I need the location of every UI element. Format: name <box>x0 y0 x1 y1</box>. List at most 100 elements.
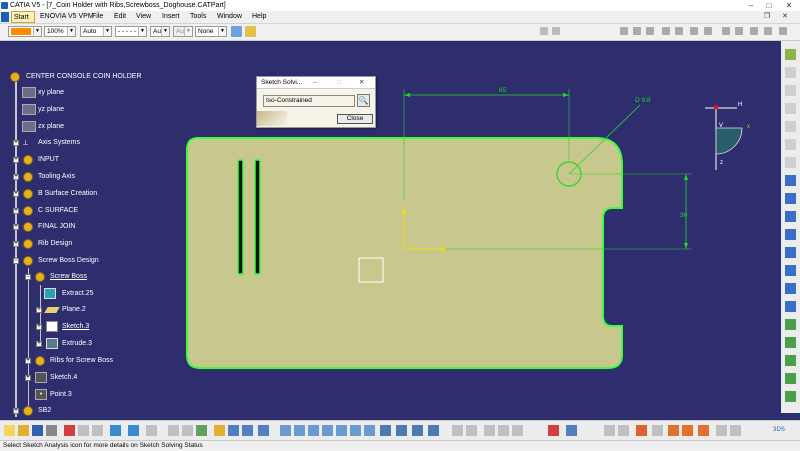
cut-part-icon[interactable] <box>652 425 663 436</box>
expand-icon[interactable]: + <box>13 408 19 414</box>
circle-icon[interactable] <box>785 211 796 222</box>
tool-icon-1[interactable] <box>785 67 796 78</box>
snap-icon[interactable] <box>466 425 477 436</box>
fit-all-icon[interactable] <box>294 425 305 436</box>
visualization-2-icon[interactable] <box>682 425 693 436</box>
tree-item-c-surface[interactable]: + C SURFACE <box>10 205 110 217</box>
tree-item-final-join[interactable]: + FINAL JOIN <box>10 221 110 233</box>
tree-item-b-surface[interactable]: + B Surface Creation <box>10 188 120 200</box>
tools-icon[interactable] <box>716 425 727 436</box>
menu-file[interactable]: File <box>92 11 103 23</box>
sketch-analysis-icon[interactable]: 🔍 <box>357 94 370 107</box>
tree-item-point-3[interactable]: • Point.3 <box>22 389 112 401</box>
shading-icon[interactable] <box>396 425 407 436</box>
menu-start[interactable]: Start <box>11 11 35 23</box>
collapse-icon[interactable]: − <box>25 274 31 280</box>
zoom-in-icon[interactable] <box>336 425 347 436</box>
close-button[interactable]: Close <box>337 114 373 124</box>
pan-icon[interactable] <box>308 425 319 436</box>
sketch-analysis-toolbar-icon[interactable] <box>604 425 615 436</box>
sketch-solving-icon[interactable] <box>618 425 629 436</box>
expand-icon[interactable]: + <box>36 341 42 347</box>
minimize-button[interactable]: – <box>744 0 758 11</box>
new-icon[interactable] <box>4 425 15 436</box>
geometric-constraints-icon[interactable] <box>498 425 509 436</box>
brush-icon[interactable] <box>245 26 256 37</box>
toolbar-icon-k[interactable] <box>735 27 743 35</box>
constraint-icon[interactable] <box>228 425 239 436</box>
line-type-combo[interactable]: - - - - - ▼ <box>115 26 147 37</box>
tree-item-plane-2[interactable]: + Plane.2 <box>36 304 126 316</box>
tool-icon-6[interactable] <box>785 157 796 168</box>
maximize-button[interactable]: □ <box>762 0 776 11</box>
toolbar-icon-e[interactable] <box>646 27 654 35</box>
open-icon[interactable] <box>18 425 29 436</box>
toolbar-icon-j[interactable] <box>722 27 730 35</box>
expand-icon[interactable]: + <box>25 375 31 381</box>
expand-icon[interactable]: + <box>25 358 31 364</box>
expand-icon[interactable]: + <box>13 140 19 146</box>
menu-tools[interactable]: Tools <box>190 11 206 23</box>
print-icon[interactable] <box>46 425 57 436</box>
expand-icon[interactable]: + <box>36 324 42 330</box>
visualization-3-icon[interactable] <box>698 425 709 436</box>
trim-icon[interactable] <box>785 355 796 366</box>
toolbar-icon-a[interactable] <box>540 27 548 35</box>
dimension-65-label[interactable]: 65 <box>499 87 506 94</box>
dialog-minimize-button[interactable]: – <box>313 77 317 88</box>
tree-item-tooling-axis[interactable]: + Tooling Axis <box>10 171 110 183</box>
tree-item-extrude-3[interactable]: + Extrude.3 <box>36 338 126 350</box>
tree-item-sketch-4[interactable]: + Sketch.4 <box>22 372 112 384</box>
knowledge-icon[interactable] <box>196 425 207 436</box>
menu-enovia[interactable]: ENOVIA V5 VPM <box>40 11 94 23</box>
mirror-icon[interactable] <box>785 373 796 384</box>
toolbar-icon-f[interactable] <box>662 27 670 35</box>
expand-icon[interactable]: + <box>13 241 19 247</box>
tool-icon-5[interactable] <box>785 139 796 150</box>
cut-icon[interactable] <box>64 425 75 436</box>
tree-item-sketch-3[interactable]: + Sketch.3 <box>36 321 126 333</box>
tree-item-sb2[interactable]: + SB2 <box>10 405 100 417</box>
visualization-icon[interactable] <box>668 425 679 436</box>
constraint-2-icon[interactable] <box>242 425 253 436</box>
save-icon[interactable] <box>32 425 43 436</box>
redo-icon[interactable] <box>128 425 139 436</box>
dimension-30-label[interactable]: 30 <box>680 212 687 219</box>
exit-workbench-icon[interactable] <box>785 49 796 60</box>
tree-item-input[interactable]: + INPUT <box>10 154 110 166</box>
normal-view-icon[interactable] <box>364 425 375 436</box>
tree-item-extract-25[interactable]: Extract.25 <box>36 288 126 300</box>
layer-auto-combo[interactable]: Aut ▼ <box>173 26 193 37</box>
tree-item-zx-plane[interactable]: zx plane <box>22 121 102 133</box>
toolbar-icon-m[interactable] <box>764 27 772 35</box>
expand-icon[interactable]: + <box>13 224 19 230</box>
toolbar-icon-h[interactable] <box>690 27 698 35</box>
toolbar-icon-b[interactable] <box>552 27 560 35</box>
axis-icon[interactable] <box>785 283 796 294</box>
update-icon[interactable] <box>214 425 225 436</box>
rectangle-icon[interactable] <box>785 193 796 204</box>
paste-icon[interactable] <box>92 425 103 436</box>
copy-icon[interactable] <box>78 425 89 436</box>
formula-icon[interactable] <box>168 425 179 436</box>
toolbar-icon-n[interactable] <box>779 27 787 35</box>
close-window-button[interactable]: ✕ <box>782 0 796 11</box>
menu-insert[interactable]: Insert <box>162 11 180 23</box>
expand-icon[interactable]: + <box>36 307 42 313</box>
undo-icon[interactable] <box>110 425 121 436</box>
fix-icon[interactable] <box>258 425 269 436</box>
fly-icon[interactable] <box>280 425 291 436</box>
hide-show-icon[interactable] <box>412 425 423 436</box>
doc-restore-button[interactable]: ❐ <box>760 11 774 23</box>
constraint-defined-icon[interactable] <box>548 425 559 436</box>
toolbar-icon-g[interactable] <box>675 27 683 35</box>
iso-view-icon[interactable] <box>380 425 391 436</box>
expand-icon[interactable]: + <box>13 157 19 163</box>
tree-item-screw-boss[interactable]: − Screw Boss <box>22 271 122 283</box>
corner-icon[interactable] <box>785 319 796 330</box>
spline-icon[interactable] <box>785 229 796 240</box>
rotate-icon[interactable] <box>322 425 333 436</box>
toolbar-icon-l[interactable] <box>750 27 758 35</box>
tree-item-screw-boss-design[interactable]: − Screw Boss Design <box>10 255 120 267</box>
comment-icon[interactable] <box>182 425 193 436</box>
